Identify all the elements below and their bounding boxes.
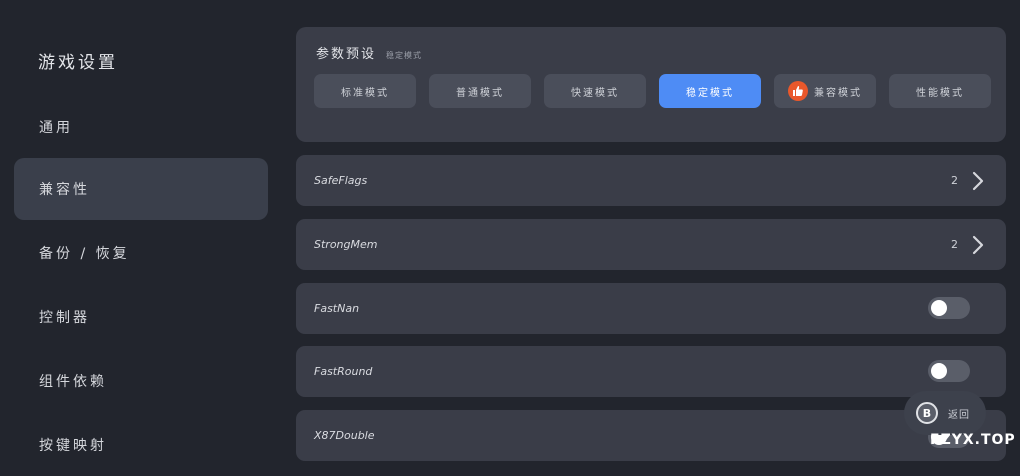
preset-label: 稳定模式 bbox=[686, 87, 734, 99]
fastround-toggle[interactable] bbox=[928, 360, 970, 382]
setting-label: X87Double bbox=[314, 429, 375, 442]
sidebar: 游戏设置 通用 兼容性 备份 / 恢复 控制器 组件依赖 按键映射 bbox=[0, 0, 280, 455]
sidebar-item-general[interactable]: 通用 bbox=[14, 96, 268, 158]
sidebar-item-label: 组件依赖 bbox=[39, 374, 107, 390]
toggle-knob bbox=[931, 300, 947, 316]
sidebar-item-label: 兼容性 bbox=[39, 182, 90, 198]
chevron-right-icon bbox=[972, 171, 984, 191]
preset-header: 参数预设 稳定模式 bbox=[316, 43, 422, 62]
setting-row-strongmem[interactable]: StrongMem 2 bbox=[296, 219, 1006, 270]
preset-button-row: 标准模式 普通模式 快速模式 稳定模式 兼容模式 性能模式 bbox=[314, 74, 991, 108]
preset-panel: 参数预设 稳定模式 标准模式 普通模式 快速模式 稳定模式 兼容模式 性能模式 bbox=[296, 27, 1006, 142]
preset-stable-button[interactable]: 稳定模式 bbox=[659, 74, 761, 108]
setting-label: FastNan bbox=[314, 302, 360, 315]
setting-row-fastnan: FastNan bbox=[296, 283, 1006, 334]
fastnan-toggle[interactable] bbox=[928, 297, 970, 319]
back-label: 返回 bbox=[948, 409, 970, 421]
sidebar-item-compatibility[interactable]: 兼容性 bbox=[14, 158, 268, 220]
setting-value: 2 bbox=[951, 238, 958, 251]
main-content: 参数预设 稳定模式 标准模式 普通模式 快速模式 稳定模式 兼容模式 性能模式 … bbox=[296, 0, 1006, 461]
sidebar-item-key-mapping[interactable]: 按键映射 bbox=[14, 414, 268, 476]
preset-normal-button[interactable]: 普通模式 bbox=[429, 74, 531, 108]
preset-label: 标准模式 bbox=[341, 87, 389, 99]
watermark: FZYX.TOP bbox=[930, 432, 1016, 448]
sidebar-item-controller[interactable]: 控制器 bbox=[14, 286, 268, 348]
toggle-knob bbox=[931, 363, 947, 379]
preset-label: 普通模式 bbox=[456, 87, 504, 99]
sidebar-item-label: 备份 / 恢复 bbox=[39, 246, 130, 262]
thumbs-up-icon bbox=[788, 81, 808, 101]
preset-label: 快速模式 bbox=[571, 87, 619, 99]
preset-performance-button[interactable]: 性能模式 bbox=[889, 74, 991, 108]
back-button[interactable]: B 返回 bbox=[904, 391, 986, 435]
preset-label: 兼容模式 bbox=[814, 87, 862, 99]
preset-title: 参数预设 bbox=[316, 47, 377, 62]
setting-label: FastRound bbox=[314, 365, 373, 378]
sidebar-item-dependencies[interactable]: 组件依赖 bbox=[14, 350, 268, 412]
setting-value: 2 bbox=[951, 174, 958, 187]
preset-current: 稳定模式 bbox=[386, 51, 423, 60]
setting-label: StrongMem bbox=[314, 238, 378, 251]
chevron-right-icon bbox=[972, 235, 984, 255]
sidebar-item-label: 控制器 bbox=[39, 310, 90, 326]
preset-standard-button[interactable]: 标准模式 bbox=[314, 74, 416, 108]
preset-label: 性能模式 bbox=[916, 87, 964, 99]
sidebar-item-label: 通用 bbox=[39, 120, 73, 136]
b-key-icon: B bbox=[916, 402, 938, 424]
sidebar-title: 游戏设置 bbox=[38, 53, 118, 73]
setting-row-fastround: FastRound bbox=[296, 346, 1006, 397]
preset-compatible-button[interactable]: 兼容模式 bbox=[774, 74, 876, 108]
sidebar-item-backup-restore[interactable]: 备份 / 恢复 bbox=[14, 222, 268, 284]
setting-label: SafeFlags bbox=[314, 174, 368, 187]
setting-row-safeflags[interactable]: SafeFlags 2 bbox=[296, 155, 1006, 206]
preset-fast-button[interactable]: 快速模式 bbox=[544, 74, 646, 108]
sidebar-item-label: 按键映射 bbox=[39, 438, 107, 454]
setting-row-x87double: X87Double bbox=[296, 410, 1006, 461]
